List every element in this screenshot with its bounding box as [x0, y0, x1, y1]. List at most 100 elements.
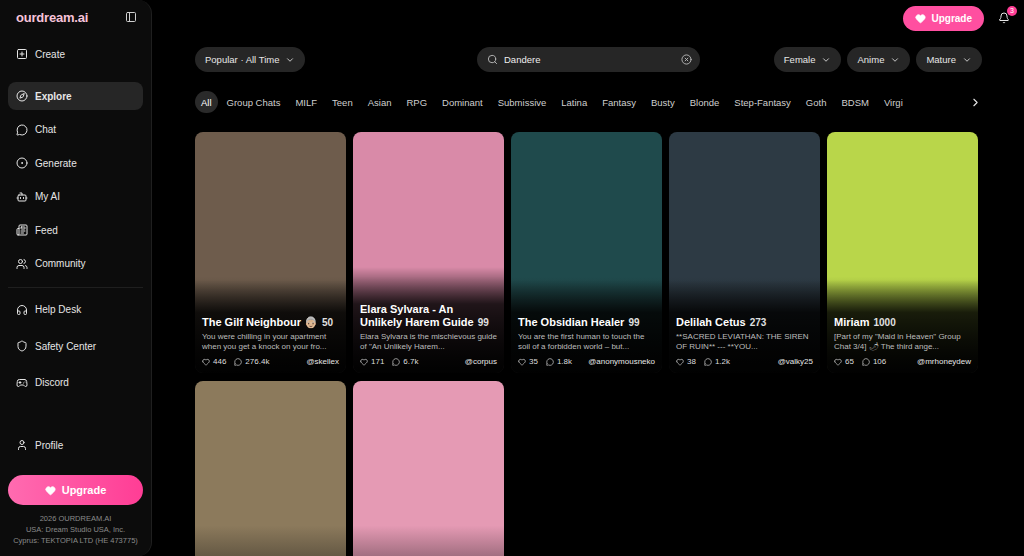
- tag[interactable]: Blonde: [684, 91, 726, 113]
- search-icon: [487, 54, 498, 65]
- tag[interactable]: Step-Fantasy: [728, 91, 797, 113]
- tag[interactable]: Group Chats: [221, 91, 287, 113]
- tag[interactable]: BDSM: [835, 91, 874, 113]
- sidebar-item[interactable]: My AI: [8, 183, 143, 211]
- tag[interactable]: Busty: [645, 91, 681, 113]
- filter-dropdown[interactable]: Mature: [916, 47, 982, 72]
- sidebar-section: Profile: [0, 431, 151, 459]
- card-author[interactable]: @anonymousneko: [588, 357, 655, 366]
- heart-icon: [834, 358, 842, 366]
- heart-icon: [202, 358, 210, 366]
- card-title: The Obsidian Healer99: [518, 316, 655, 329]
- card-info: Delilah Cetus273 **SACRED LEVIATHAN: THE …: [669, 280, 820, 373]
- search-field[interactable]: Dandere: [477, 47, 700, 72]
- chevron-right-icon[interactable]: [969, 96, 982, 109]
- chats-stat: 1.2k: [704, 357, 730, 366]
- nav-icon: [16, 258, 28, 270]
- heart-icon: [518, 358, 526, 366]
- chat-icon: [546, 358, 554, 366]
- card-stats: 381.2k@valky25: [676, 357, 813, 366]
- tag[interactable]: Dominant: [436, 91, 489, 113]
- card-author[interactable]: @mrhoneydew: [917, 357, 971, 366]
- sidebar-item[interactable]: Chat: [8, 116, 143, 144]
- card-description: **SACRED LEVIATHAN: THE SIREN OF RUIN** …: [676, 332, 813, 352]
- filter-dropdown[interactable]: Anime: [847, 47, 910, 72]
- card-title: The Gilf Neighbour 👵🏼50: [202, 316, 339, 329]
- top-bar: Upgrade 3: [195, 0, 1012, 36]
- card-description: You are the first human to touch the soi…: [518, 332, 655, 352]
- upgrade-button[interactable]: Upgrade: [903, 6, 984, 31]
- nav-icon: [16, 340, 28, 352]
- tag[interactable]: All: [195, 91, 218, 113]
- chats-stat: 106: [862, 357, 886, 366]
- chevron-down-icon: [821, 55, 831, 65]
- clear-icon[interactable]: [681, 54, 692, 65]
- likes-stat: 65: [834, 357, 854, 366]
- likes-stat: 35: [518, 357, 538, 366]
- filter-dropdown[interactable]: Female: [774, 47, 842, 72]
- app: ourdream.ai Create Explore Chat Generate My A…: [0, 0, 1024, 556]
- sidebar-section: Create: [0, 40, 151, 68]
- likes-stat: 446: [202, 357, 226, 366]
- sidebar-section: Explore Chat Generate My AI Feed Community: [0, 82, 151, 278]
- chats-stat: 6.7k: [392, 357, 418, 366]
- notifications-button[interactable]: 3: [996, 10, 1012, 26]
- profile-item[interactable]: Profile: [8, 431, 143, 459]
- sidebar-item[interactable]: Create: [8, 40, 143, 68]
- nav-icon: [16, 157, 28, 169]
- footer-line: USA: Dream Studio USA, Inc.: [0, 524, 151, 535]
- card-title: Delilah Cetus273: [676, 316, 813, 329]
- nav-icon: [16, 124, 28, 136]
- card-description: [Part of my "Maid in Heaven" Group Chat …: [834, 332, 971, 352]
- sort-dropdown[interactable]: Popular · All Time: [195, 47, 305, 72]
- nav-icon: [16, 90, 28, 102]
- tag[interactable]: Virgi: [878, 91, 909, 113]
- heart-icon: [915, 13, 926, 24]
- sidebar-toggle-icon[interactable]: [125, 11, 137, 23]
- character-card[interactable]: [353, 381, 504, 556]
- card-count: 99: [628, 317, 639, 328]
- tag[interactable]: Asian: [362, 91, 398, 113]
- character-card[interactable]: Delilah Cetus273 **SACRED LEVIATHAN: THE …: [669, 132, 820, 373]
- sidebar-item[interactable]: Help Desk: [8, 296, 143, 324]
- chevron-down-icon: [962, 55, 972, 65]
- sidebar-item[interactable]: Discord: [8, 369, 143, 397]
- sidebar-item[interactable]: Explore: [8, 82, 143, 110]
- sidebar-item[interactable]: Safety Center: [8, 332, 143, 360]
- logo-row: ourdream.ai: [0, 8, 151, 26]
- nav-icon: [16, 48, 28, 60]
- character-card[interactable]: Elara Sylvara - An Unlikely Harem Guide9…: [353, 132, 504, 373]
- card-stats: 65 106 @mrhoneydew: [834, 357, 971, 366]
- character-card[interactable]: Miriam1000[Part of my "Maid in Heaven" G…: [827, 132, 978, 373]
- character-card[interactable]: [195, 381, 346, 556]
- sidebar-divider: [8, 287, 143, 288]
- tag[interactable]: MILF: [289, 91, 323, 113]
- user-icon: [16, 439, 28, 451]
- tag[interactable]: Teen: [326, 91, 359, 113]
- card-description: Elara Sylvara is the mischievous guide o…: [360, 332, 497, 352]
- tag[interactable]: Fantasy: [596, 91, 642, 113]
- card-count: 273: [750, 317, 767, 328]
- card-stats: 446276.4k@skellex: [202, 357, 339, 366]
- tag[interactable]: Submissive: [492, 91, 553, 113]
- card-author[interactable]: @valky25: [778, 357, 813, 366]
- tag[interactable]: Goth: [800, 91, 833, 113]
- nav-icon: [16, 304, 28, 316]
- chat-icon: [704, 358, 712, 366]
- sidebar-item[interactable]: Feed: [8, 216, 143, 244]
- sidebar-section: Help Desk Safety Center Discord: [0, 296, 151, 397]
- sidebar-item[interactable]: Generate: [8, 149, 143, 177]
- sidebar-upgrade-button[interactable]: Upgrade: [8, 475, 143, 505]
- tag[interactable]: RPG: [400, 91, 433, 113]
- card-info: The Obsidian Healer99 You are the first h…: [511, 280, 662, 373]
- chat-icon: [862, 358, 870, 366]
- card-author[interactable]: @corpus: [465, 357, 497, 366]
- logo[interactable]: ourdream.ai: [16, 10, 88, 25]
- character-card[interactable]: The Gilf Neighbour 👵🏼50You were chilling…: [195, 132, 346, 373]
- sidebar-item[interactable]: Community: [8, 250, 143, 278]
- card-author[interactable]: @skellex: [306, 357, 339, 366]
- card-info: The Gilf Neighbour 👵🏼50You were chilling…: [195, 280, 346, 373]
- card-stats: 1716.7k@corpus: [360, 357, 497, 366]
- character-card[interactable]: The Obsidian Healer99 You are the first h…: [511, 132, 662, 373]
- tag[interactable]: Latina: [555, 91, 593, 113]
